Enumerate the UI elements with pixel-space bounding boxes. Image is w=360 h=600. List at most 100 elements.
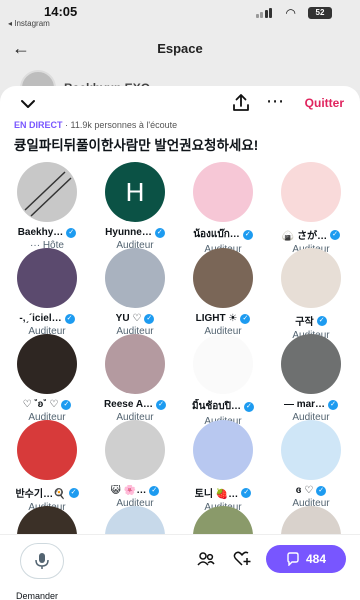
avatar[interactable]	[281, 420, 341, 480]
back-to-app-link[interactable]: ◂ Instagram	[8, 19, 50, 28]
participant-card[interactable]: ♡ ˚ʚ˚ ♡ ✓ Auditeur	[4, 334, 90, 423]
avatar[interactable]	[281, 162, 341, 222]
participant-name-row: 토니 🍓… ✓	[180, 485, 266, 500]
request-label: Demander	[16, 591, 59, 600]
more-icon[interactable]: ⋯	[264, 92, 286, 114]
verified-badge-icon: ✓	[241, 487, 252, 498]
participant-card[interactable]: 반수기…🍳✓Auditeur	[4, 420, 90, 513]
participant-name: 🍙 さが…	[281, 231, 328, 242]
avatar[interactable]	[17, 162, 77, 222]
participant-name-row: 😺 🌸… ✓	[92, 485, 178, 496]
avatar[interactable]	[17, 248, 77, 308]
avatar[interactable]	[193, 420, 253, 480]
battery-icon: 52	[308, 7, 332, 19]
participant-name: — mar…	[283, 399, 326, 410]
avatar[interactable]	[281, 334, 341, 394]
participant-name-row: น้องแบ๊ก… ✓	[180, 227, 266, 242]
participant-name-row: Reese A… ✓	[92, 399, 178, 410]
participant-name: ♡ ˚ʚ˚ ♡	[22, 399, 59, 410]
background-header: ← Espace Baekhyun EXO	[0, 30, 360, 106]
participant-name-row: ɞ ♡ ✓	[268, 485, 354, 496]
participant-name-row: 구작 ✓	[268, 313, 354, 328]
share-icon[interactable]	[230, 92, 252, 114]
participant-name-row: 반수기…🍳 ✓	[4, 485, 90, 500]
avatar[interactable]	[193, 334, 253, 394]
participant-card[interactable]: 🍙 さが…✓Auditeur	[268, 162, 354, 255]
participant-name: 반수기…🍳	[15, 489, 66, 500]
listener-count: · 11.9k personnes à l'écoute	[62, 120, 178, 130]
microphone-icon	[35, 553, 49, 569]
verified-badge-icon: ✓	[149, 485, 160, 496]
heart-add-icon[interactable]	[232, 549, 252, 569]
verified-badge-icon: ✓	[243, 401, 254, 412]
people-icon[interactable]	[196, 549, 216, 569]
participant-name: 😺 🌸…	[110, 485, 147, 496]
avatar[interactable]	[193, 162, 253, 222]
participant-name-row: Hyunne… ✓	[92, 227, 178, 238]
participant-card[interactable]: มิ้นช้อบปิ…✓Auditeur	[180, 334, 266, 427]
participant-name: -,ˏ´iciel…	[19, 313, 62, 324]
verified-badge-icon: ✓	[316, 485, 327, 496]
participant-card[interactable]: 구작✓Auditeur	[268, 248, 354, 341]
participant-name-row: ♡ ˚ʚ˚ ♡ ✓	[4, 399, 90, 410]
participant-card[interactable]: น้องแบ๊ก…✓Auditeur	[180, 162, 266, 255]
status-time: 14:05	[44, 4, 78, 19]
space-title: 큥일파티뒤풀이한사람만 발언권요청하세요!	[14, 138, 259, 153]
verified-badge-icon: ✓	[64, 313, 75, 324]
avatar[interactable]	[105, 248, 165, 308]
comment-icon	[287, 552, 299, 566]
avatar[interactable]	[105, 420, 165, 480]
participant-name-row: มิ้นช้อบปิ… ✓	[180, 399, 266, 414]
participant-name: Hyunne…	[105, 227, 152, 238]
verified-badge-icon: ✓	[240, 313, 251, 324]
participant-name: ɞ ♡	[295, 485, 314, 496]
participant-card[interactable]: H Hyunne… ✓ Auditeur	[92, 162, 178, 251]
chevron-down-icon[interactable]	[18, 94, 38, 114]
verified-badge-icon: ✓	[156, 399, 167, 410]
verified-badge-icon: ✓	[68, 487, 79, 498]
participant-name: มิ้นช้อบปิ…	[192, 401, 241, 412]
participant-card[interactable]: Reese A… ✓ Auditeur	[92, 334, 178, 423]
wifi-icon: ◠	[285, 6, 296, 20]
live-label: EN DIRECT	[14, 120, 63, 130]
quit-button[interactable]: Quitter	[305, 96, 344, 110]
request-mic-button[interactable]	[20, 543, 64, 579]
sheet-topbar: ⋯ Quitter	[0, 86, 360, 122]
participant-card[interactable]: 😺 🌸… ✓ Auditeur	[92, 420, 178, 509]
participant-name: 구작	[295, 317, 314, 328]
participant-name: น้องแบ๊ก…	[193, 229, 240, 240]
participant-card[interactable]: YU ♡ ✓ Auditeur	[92, 248, 178, 337]
participant-name-row: 🍙 さが… ✓	[268, 227, 354, 242]
live-status: EN DIRECT · 11.9k personnes à l'écoute	[14, 120, 177, 130]
space-sheet: ⋯ Quitter EN DIRECT · 11.9k personnes à …	[0, 86, 360, 600]
comment-count: 484	[305, 552, 327, 566]
verified-badge-icon: ✓	[328, 399, 339, 410]
verified-badge-icon: ✓	[66, 227, 77, 238]
participant-name: LIGHT ☀	[195, 313, 238, 324]
participant-card[interactable]: ɞ ♡ ✓ Auditeur	[268, 420, 354, 509]
avatar[interactable]: H	[105, 162, 165, 222]
participant-name-row: -,ˏ´iciel… ✓	[4, 313, 90, 324]
bottom-bar: Demander 484	[0, 534, 360, 600]
participant-name: YU ♡	[115, 313, 142, 324]
avatar[interactable]	[17, 334, 77, 394]
avatar[interactable]	[193, 248, 253, 308]
participant-card[interactable]: 토니 🍓…✓Auditeur	[180, 420, 266, 513]
verified-badge-icon: ✓	[242, 229, 253, 240]
participant-name: Baekhy…	[17, 227, 64, 238]
participant-card[interactable]: Baekhy… ✓ ··· Hôte	[4, 162, 90, 251]
avatar[interactable]	[281, 248, 341, 308]
participant-card[interactable]: LIGHT ☀ ✓ Auditeur	[180, 248, 266, 337]
participant-name-row: — mar… ✓	[268, 399, 354, 410]
participant-name-row: YU ♡ ✓	[92, 313, 178, 324]
avatar[interactable]	[105, 334, 165, 394]
avatar[interactable]	[17, 420, 77, 480]
participant-name: Reese A…	[103, 399, 154, 410]
participant-card[interactable]: -,ˏ´iciel… ✓ Auditeur	[4, 248, 90, 337]
participant-card[interactable]: — mar… ✓ Auditeur	[268, 334, 354, 423]
participant-name: 토니 🍓…	[194, 489, 239, 500]
comments-button[interactable]: 484	[266, 545, 346, 573]
signal-icon	[255, 8, 272, 18]
participant-name-row: LIGHT ☀ ✓	[180, 313, 266, 324]
status-bar: 14:05 ◂ Instagram ◠ 52	[0, 0, 360, 30]
